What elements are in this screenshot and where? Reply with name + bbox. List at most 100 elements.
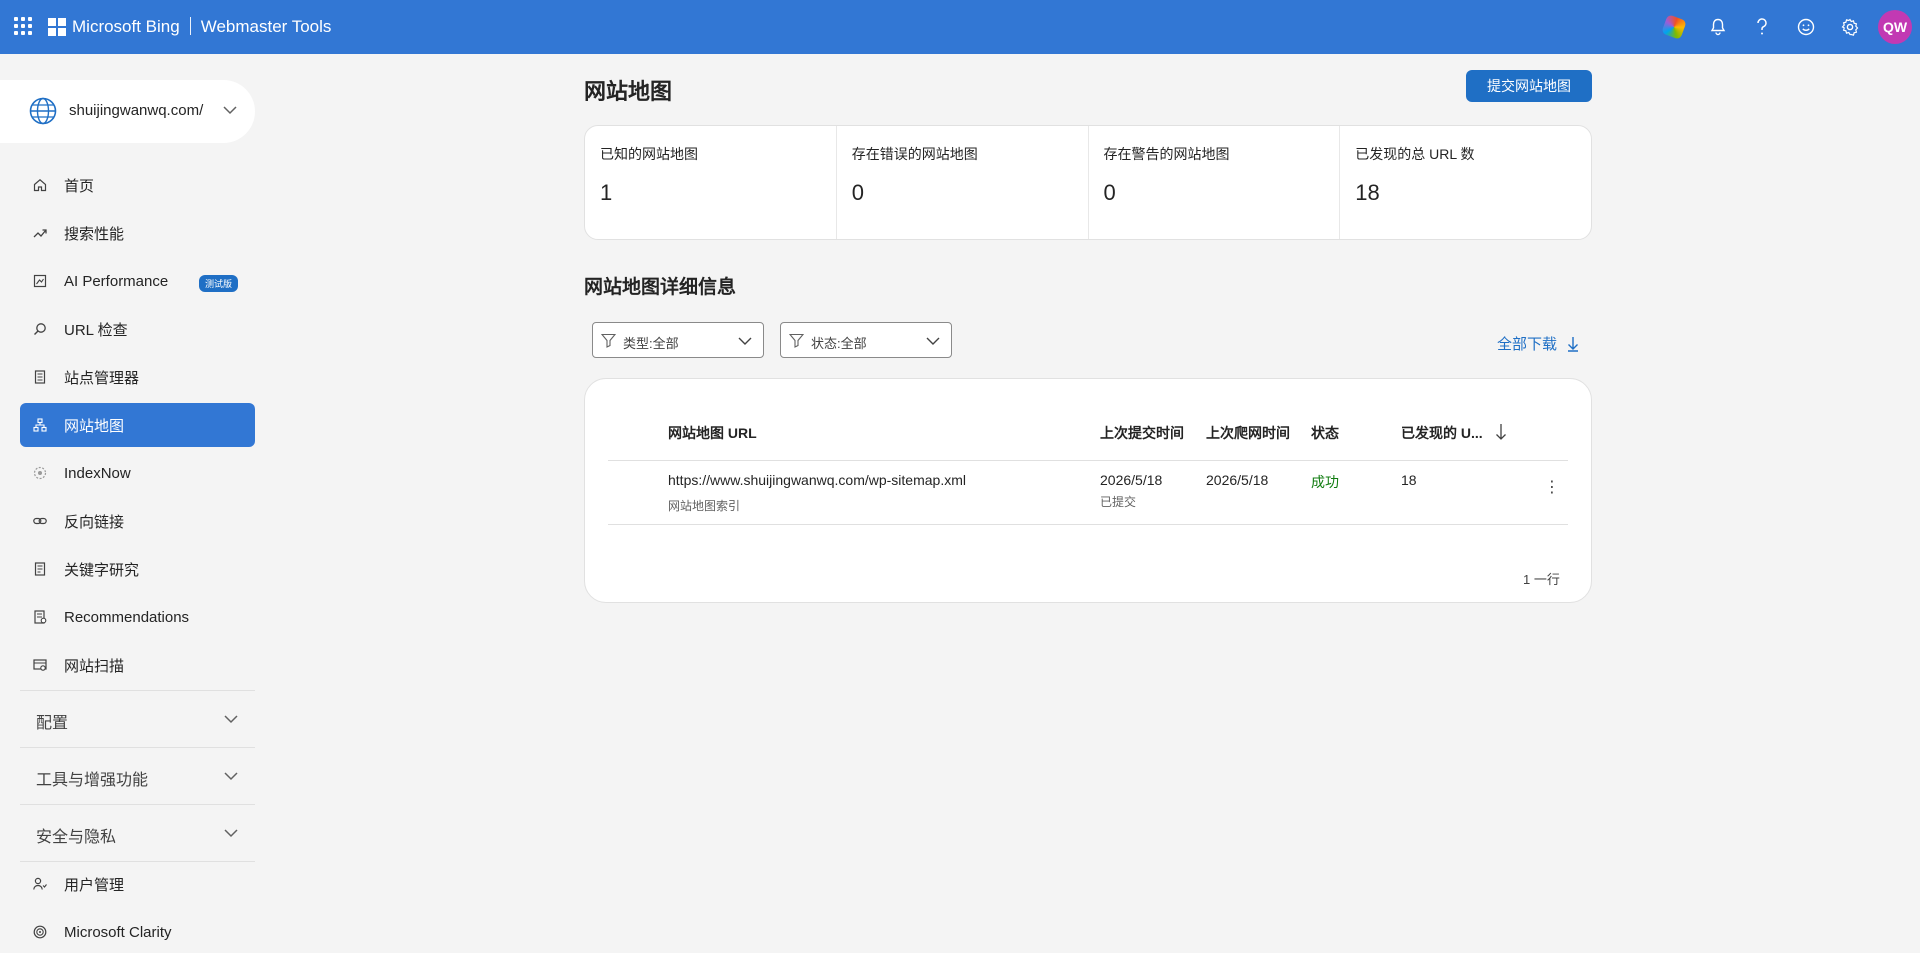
sidebar-item-site-scan[interactable]: 网站扫描: [20, 643, 255, 687]
more-options-icon[interactable]: ⋮: [1544, 477, 1560, 497]
avatar[interactable]: QW: [1878, 10, 1912, 44]
discovered-urls-count: 18: [1401, 472, 1417, 488]
submit-sitemap-button[interactable]: 提交网站地图: [1466, 70, 1592, 102]
stat-label: 已发现的总 URL 数: [1355, 146, 1475, 162]
submitted-note: 已提交: [1100, 495, 1137, 509]
feedback-icon[interactable]: [1784, 0, 1828, 54]
filter-icon: [789, 333, 804, 348]
chevron-down-icon: [224, 829, 238, 838]
link-icon: [32, 513, 48, 529]
sidebar-item-label: AI Performance: [64, 272, 169, 290]
sidebar-item-url-inspection[interactable]: URL 检查: [20, 307, 255, 351]
sidebar-item-home[interactable]: 首页: [20, 163, 255, 207]
trend-icon: [32, 225, 48, 241]
download-label: 全部下载: [1497, 336, 1558, 353]
sitemap-icon: [32, 417, 48, 433]
search-icon: [32, 321, 48, 337]
status-filter-dropdown[interactable]: 状态:全部: [780, 322, 952, 358]
sidebar-item-sitemaps[interactable]: 网站地图: [20, 403, 255, 447]
sidebar-item-label: IndexNow: [64, 464, 131, 482]
app-launcher-icon[interactable]: [14, 17, 32, 35]
sidebar-item-label: 首页: [64, 177, 95, 195]
stat-known-sitemaps: 已知的网站地图 1: [585, 126, 837, 239]
sidebar-item-backlinks[interactable]: 反向链接: [20, 499, 255, 543]
microsoft-logo-icon: [48, 18, 66, 36]
sidebar-group-label: 安全与隐私: [36, 829, 117, 846]
beta-badge: 测试版: [199, 275, 239, 292]
sitemap-url-link[interactable]: https://www.shuijingwanwq.com/wp-sitemap…: [668, 472, 966, 488]
sidebar-item-recommendations[interactable]: Recommendations: [20, 595, 255, 639]
sort-descending-icon[interactable]: [1495, 423, 1507, 441]
copilot-icon[interactable]: [1652, 0, 1696, 54]
stats-card: 已知的网站地图 1 存在错误的网站地图 0 存在警告的网站地图 0 已发现的总 …: [584, 125, 1592, 240]
sidebar-item-label: 站点管理器: [64, 369, 140, 387]
site-name: shuijingwanwq.com/: [69, 102, 204, 119]
last-submitted-date: 2026/5/18: [1100, 472, 1163, 488]
sidebar-item-label: Microsoft Clarity: [64, 923, 172, 941]
scan-icon: [32, 657, 48, 673]
sitemap-type: 网站地图索引: [668, 499, 741, 513]
sidebar-group-label: 工具与增强功能: [36, 772, 149, 789]
sidebar-item-label: Recommendations: [64, 608, 190, 626]
status-badge: 成功: [1311, 474, 1339, 490]
recommendations-icon: [32, 609, 48, 625]
sidebar-group-label: 配置: [36, 715, 69, 732]
stat-total-urls: 已发现的总 URL 数 18: [1340, 126, 1591, 239]
sidebar-item-keyword-research[interactable]: 关键字研究: [20, 547, 255, 591]
stat-value: 1: [600, 180, 613, 205]
row-divider: [608, 524, 1568, 525]
sidebar-item-ai-performance[interactable]: AI Performance 测试版: [20, 259, 255, 303]
sidebar-item-search-performance[interactable]: 搜索性能: [20, 211, 255, 255]
bell-icon[interactable]: [1696, 0, 1740, 54]
sidebar-item-label: URL 检查: [64, 321, 128, 339]
stat-label: 存在错误的网站地图: [851, 146, 978, 162]
home-icon: [32, 177, 48, 193]
column-header-status[interactable]: 状态: [1311, 423, 1339, 443]
download-arrow-icon: [1568, 336, 1579, 352]
sidebar-item-label: 网站地图: [64, 417, 125, 435]
top-bar: Microsoft Bing Webmaster Tools QW: [0, 0, 1920, 54]
sidebar-item-indexnow[interactable]: IndexNow: [20, 451, 255, 495]
sidebar-item-label: 网站扫描: [64, 657, 125, 675]
chevron-down-icon: [926, 337, 940, 345]
sidebar-item-user-management[interactable]: 用户管理: [20, 862, 255, 906]
stat-label: 已知的网站地图: [600, 146, 698, 162]
column-header-last-submitted[interactable]: 上次提交时间: [1100, 423, 1184, 443]
brand-title[interactable]: Microsoft Bing Webmaster Tools: [72, 17, 331, 37]
product-name: Webmaster Tools: [200, 17, 332, 36]
sidebar-group-tools[interactable]: 工具与增强功能: [20, 747, 255, 803]
sidebar-item-site-explorer[interactable]: 站点管理器: [20, 355, 255, 399]
sidebar-group-configuration[interactable]: 配置: [20, 690, 255, 746]
sidebar-item-microsoft-clarity[interactable]: Microsoft Clarity: [20, 910, 255, 953]
sitemaps-table: 网站地图 URL 上次提交时间 上次爬网时间 状态 已发现的 U... http…: [584, 378, 1592, 603]
settings-icon[interactable]: [1828, 0, 1872, 54]
sidebar-item-label: 搜索性能: [64, 225, 125, 243]
header-divider: [608, 460, 1568, 461]
site-selector[interactable]: shuijingwanwq.com/: [0, 80, 255, 143]
stat-sitemaps-with-warnings: 存在警告的网站地图 0: [1089, 126, 1341, 239]
download-all-link[interactable]: 全部下载: [1497, 333, 1579, 354]
column-header-url[interactable]: 网站地图 URL: [668, 423, 757, 443]
row-count: 1 一行: [1523, 572, 1560, 587]
column-header-discovered-urls[interactable]: 已发现的 U...: [1401, 423, 1483, 443]
chevron-down-icon: [224, 715, 238, 724]
chevron-down-icon: [224, 772, 238, 781]
help-icon[interactable]: [1740, 0, 1784, 54]
chevron-down-icon: [738, 337, 752, 345]
stat-label: 存在警告的网站地图: [1103, 146, 1230, 162]
sidebar-group-security[interactable]: 安全与隐私: [20, 804, 255, 860]
filter-icon: [601, 333, 616, 348]
sidebar-item-label: 关键字研究: [64, 561, 140, 579]
stat-value: 0: [851, 180, 864, 205]
column-header-last-crawled[interactable]: 上次爬网时间: [1206, 423, 1290, 443]
sidebar-item-label: 用户管理: [64, 876, 125, 894]
clarity-icon: [32, 924, 48, 940]
section-title: 网站地图详细信息: [584, 277, 737, 298]
last-crawled-date: 2026/5/18: [1206, 472, 1269, 488]
ai-chart-icon: [32, 273, 48, 289]
keyword-icon: [32, 561, 48, 577]
stat-sitemaps-with-errors: 存在错误的网站地图 0: [837, 126, 1089, 239]
type-filter-dropdown[interactable]: 类型:全部: [592, 322, 764, 358]
document-icon: [32, 369, 48, 385]
stat-value: 0: [1103, 180, 1116, 205]
